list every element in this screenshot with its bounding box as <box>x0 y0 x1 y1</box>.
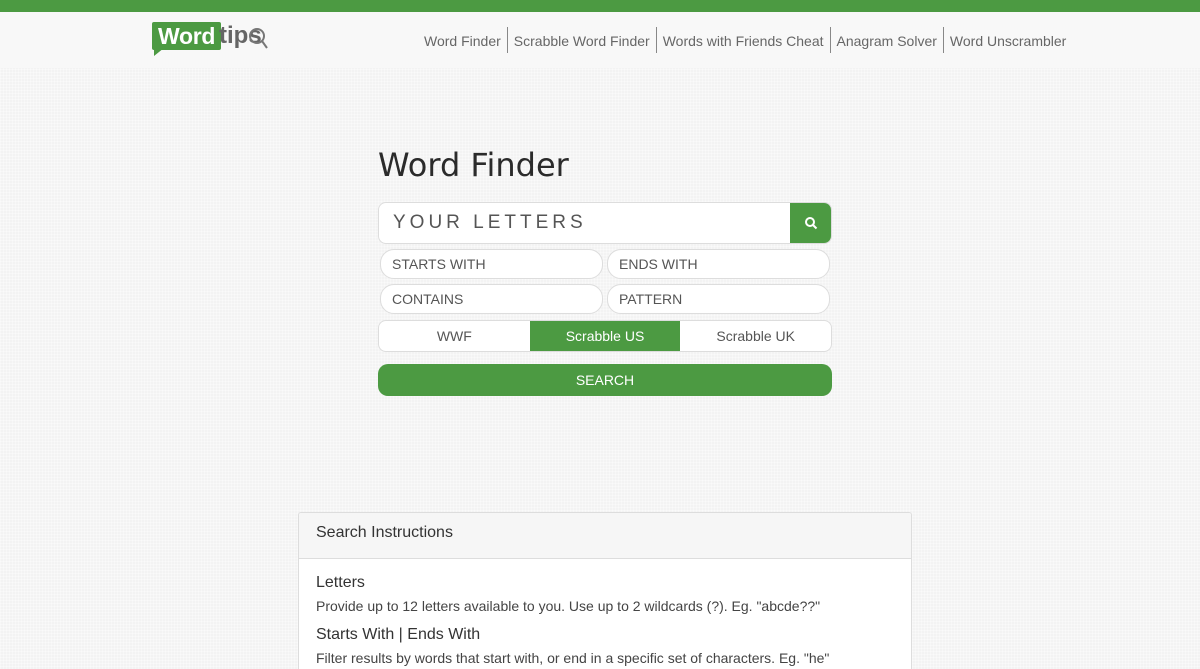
letters-search-button[interactable] <box>790 203 831 243</box>
instructions-body: Letters Provide up to 12 letters availab… <box>299 559 911 669</box>
main-nav: Word Finder Scrabble Word Finder Words w… <box>418 26 1072 54</box>
search-button[interactable]: SEARCH <box>378 364 832 396</box>
page-title: Word Finder <box>378 146 569 184</box>
nav-anagram-solver[interactable]: Anagram Solver <box>831 27 944 53</box>
starts-with-field <box>380 249 603 279</box>
instruction-title-letters: Letters <box>316 574 365 591</box>
instructions-heading: Search Instructions <box>299 513 911 559</box>
site-header: Word tips Word Finder Scrabble Word Find… <box>0 12 1200 68</box>
search-instructions-panel: Search Instructions Letters Provide up t… <box>298 512 912 669</box>
contains-field <box>380 284 603 314</box>
pattern-input[interactable] <box>608 285 829 313</box>
letters-input[interactable] <box>379 203 791 243</box>
logo-speech-tail <box>154 48 164 56</box>
starts-with-input[interactable] <box>381 250 602 278</box>
contains-input[interactable] <box>381 285 602 313</box>
nav-word-finder[interactable]: Word Finder <box>418 27 508 53</box>
site-logo[interactable]: Word tips <box>152 22 272 58</box>
dictionary-option-scrabble-us[interactable]: Scrabble US <box>529 321 681 351</box>
instruction-text-starts-ends: Filter results by words that start with,… <box>316 650 830 666</box>
nav-words-with-friends-cheat[interactable]: Words with Friends Cheat <box>657 27 831 53</box>
ends-with-input[interactable] <box>608 250 829 278</box>
pattern-field <box>607 284 830 314</box>
logo-word: Word <box>152 22 222 50</box>
nav-word-unscrambler[interactable]: Word Unscrambler <box>944 27 1072 53</box>
dictionary-selector: WWF Scrabble US Scrabble UK <box>378 320 832 352</box>
letters-search-box <box>378 202 832 244</box>
dictionary-option-scrabble-uk[interactable]: Scrabble UK <box>680 321 831 351</box>
ends-with-field <box>607 249 830 279</box>
instruction-text-letters: Provide up to 12 letters available to yo… <box>316 598 821 614</box>
search-icon <box>804 217 817 230</box>
dictionary-option-wwf[interactable]: WWF <box>379 321 530 351</box>
magnifier-icon <box>249 28 268 49</box>
top-accent-bar <box>0 0 1200 12</box>
nav-scrabble-word-finder[interactable]: Scrabble Word Finder <box>508 27 657 53</box>
instruction-title-starts-ends: Starts With | Ends With <box>316 626 481 643</box>
